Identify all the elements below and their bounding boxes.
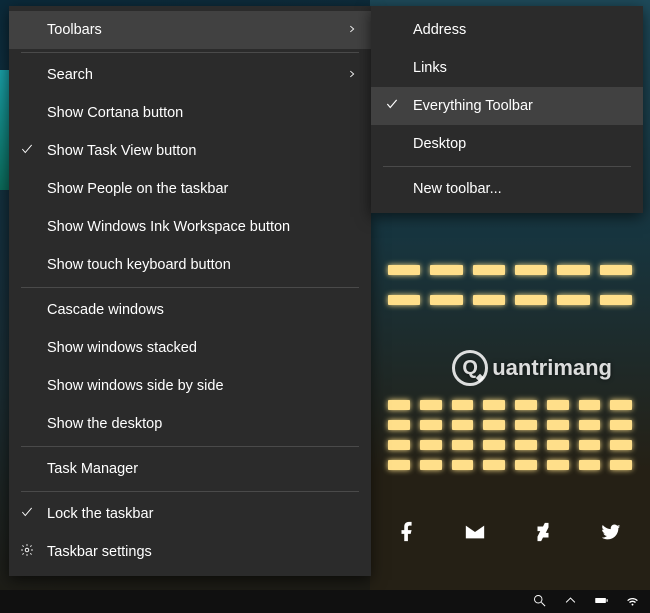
menu-item-label: Search: [47, 67, 93, 83]
deviantart-icon: [532, 521, 554, 546]
menu-item-label: Show the desktop: [47, 416, 162, 432]
wifi-icon[interactable]: [625, 593, 640, 611]
chevron-up-icon[interactable]: [563, 593, 578, 611]
facebook-icon: [396, 521, 418, 546]
menu-item-label: Cascade windows: [47, 302, 164, 318]
menu-item-label: Desktop: [413, 136, 466, 152]
chevron-right-icon: [347, 67, 357, 83]
menu-item-label: Task Manager: [47, 461, 138, 477]
menu-item-label: Address: [413, 22, 466, 38]
submenu-item-address[interactable]: Address: [371, 11, 643, 49]
check-icon: [385, 97, 399, 115]
menu-separator: [21, 491, 359, 492]
taskbar-context-menu: Toolbars Search Show Cortana button Show Ta…: [9, 6, 371, 576]
menu-item-cascade-windows[interactable]: Cascade windows: [9, 291, 371, 329]
social-icons: [396, 521, 622, 546]
menu-item-label: Show windows side by side: [47, 378, 224, 394]
menu-item-label: Show Task View button: [47, 143, 196, 159]
watermark-q-icon: Q: [452, 350, 488, 386]
menu-item-label: Show touch keyboard button: [47, 257, 231, 273]
menu-item-lock-the-taskbar[interactable]: Lock the taskbar: [9, 495, 371, 533]
menu-item-label: Show Windows Ink Workspace button: [47, 219, 290, 235]
menu-item-label: Taskbar settings: [47, 544, 152, 560]
menu-item-show-the-desktop[interactable]: Show the desktop: [9, 405, 371, 443]
menu-separator: [21, 446, 359, 447]
menu-separator: [21, 287, 359, 288]
menu-item-label: Show People on the taskbar: [47, 181, 228, 197]
submenu-item-everything-toolbar[interactable]: Everything Toolbar: [371, 87, 643, 125]
menu-item-show-windows-side-by-side[interactable]: Show windows side by side: [9, 367, 371, 405]
submenu-item-desktop[interactable]: Desktop: [371, 125, 643, 163]
menu-item-search[interactable]: Search: [9, 56, 371, 94]
chevron-right-icon: [347, 22, 357, 38]
watermark: Q uantrimang: [452, 350, 612, 386]
battery-icon[interactable]: [594, 593, 609, 611]
menu-item-task-manager[interactable]: Task Manager: [9, 450, 371, 488]
menu-item-label: Show Cortana button: [47, 105, 183, 121]
submenu-item-links[interactable]: Links: [371, 49, 643, 87]
menu-item-label: Everything Toolbar: [413, 98, 533, 114]
menu-item-show-people-on-the-taskbar[interactable]: Show People on the taskbar: [9, 170, 371, 208]
menu-item-label: Links: [413, 60, 447, 76]
menu-item-taskbar-settings[interactable]: Taskbar settings: [9, 533, 371, 571]
menu-item-show-touch-keyboard-button[interactable]: Show touch keyboard button: [9, 246, 371, 284]
toolbars-submenu: Address Links Everything Toolbar Desktop New…: [371, 6, 643, 213]
watermark-text: uantrimang: [492, 355, 612, 381]
menu-separator: [383, 166, 631, 167]
submenu-item-new-toolbar-[interactable]: New toolbar...: [371, 170, 643, 208]
check-icon: [20, 505, 34, 523]
left-edge-accent: [0, 70, 9, 190]
menu-item-label: New toolbar...: [413, 181, 502, 197]
gmail-icon: [464, 521, 486, 546]
menu-item-show-windows-stacked[interactable]: Show windows stacked: [9, 329, 371, 367]
menu-item-show-windows-ink-workspace-button[interactable]: Show Windows Ink Workspace button: [9, 208, 371, 246]
menu-item-label: Lock the taskbar: [47, 506, 153, 522]
gear-icon: [20, 543, 34, 561]
menu-separator: [21, 52, 359, 53]
menu-item-label: Toolbars: [47, 22, 102, 38]
menu-item-show-cortana-button[interactable]: Show Cortana button: [9, 94, 371, 132]
taskbar[interactable]: [0, 590, 650, 613]
check-icon: [20, 142, 34, 160]
twitter-icon: [600, 521, 622, 546]
menu-item-toolbars[interactable]: Toolbars: [9, 11, 371, 49]
search-icon[interactable]: [532, 593, 547, 611]
menu-item-label: Show windows stacked: [47, 340, 197, 356]
menu-item-show-task-view-button[interactable]: Show Task View button: [9, 132, 371, 170]
